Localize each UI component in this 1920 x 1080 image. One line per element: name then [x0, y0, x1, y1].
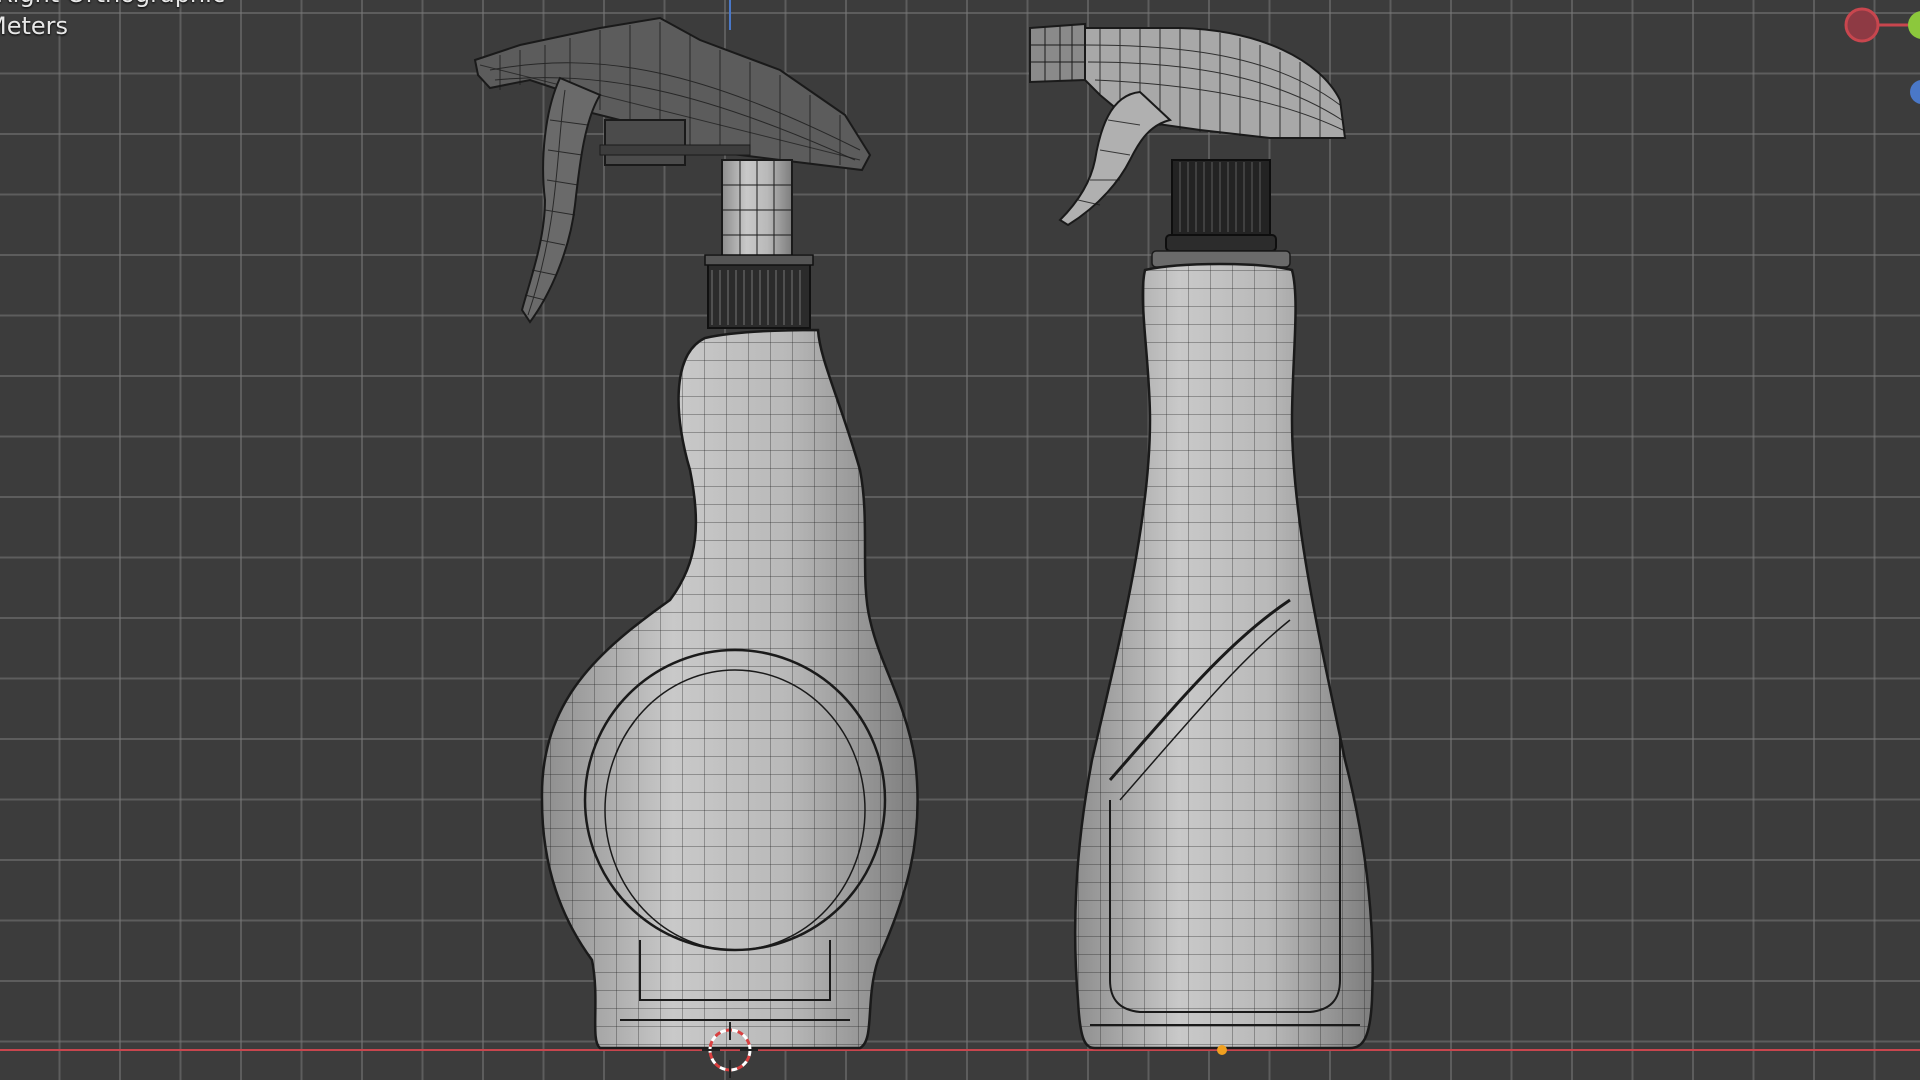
navigation-gizmo-icon[interactable] — [0, 0, 1920, 1080]
gizmo-y-axis-icon[interactable] — [1908, 11, 1920, 39]
gizmo-x-axis-icon[interactable] — [1844, 7, 1880, 43]
gizmo-z-axis-icon[interactable] — [1910, 80, 1920, 104]
3d-viewport[interactable]: Right Orthographic Meters — [0, 0, 1920, 1080]
